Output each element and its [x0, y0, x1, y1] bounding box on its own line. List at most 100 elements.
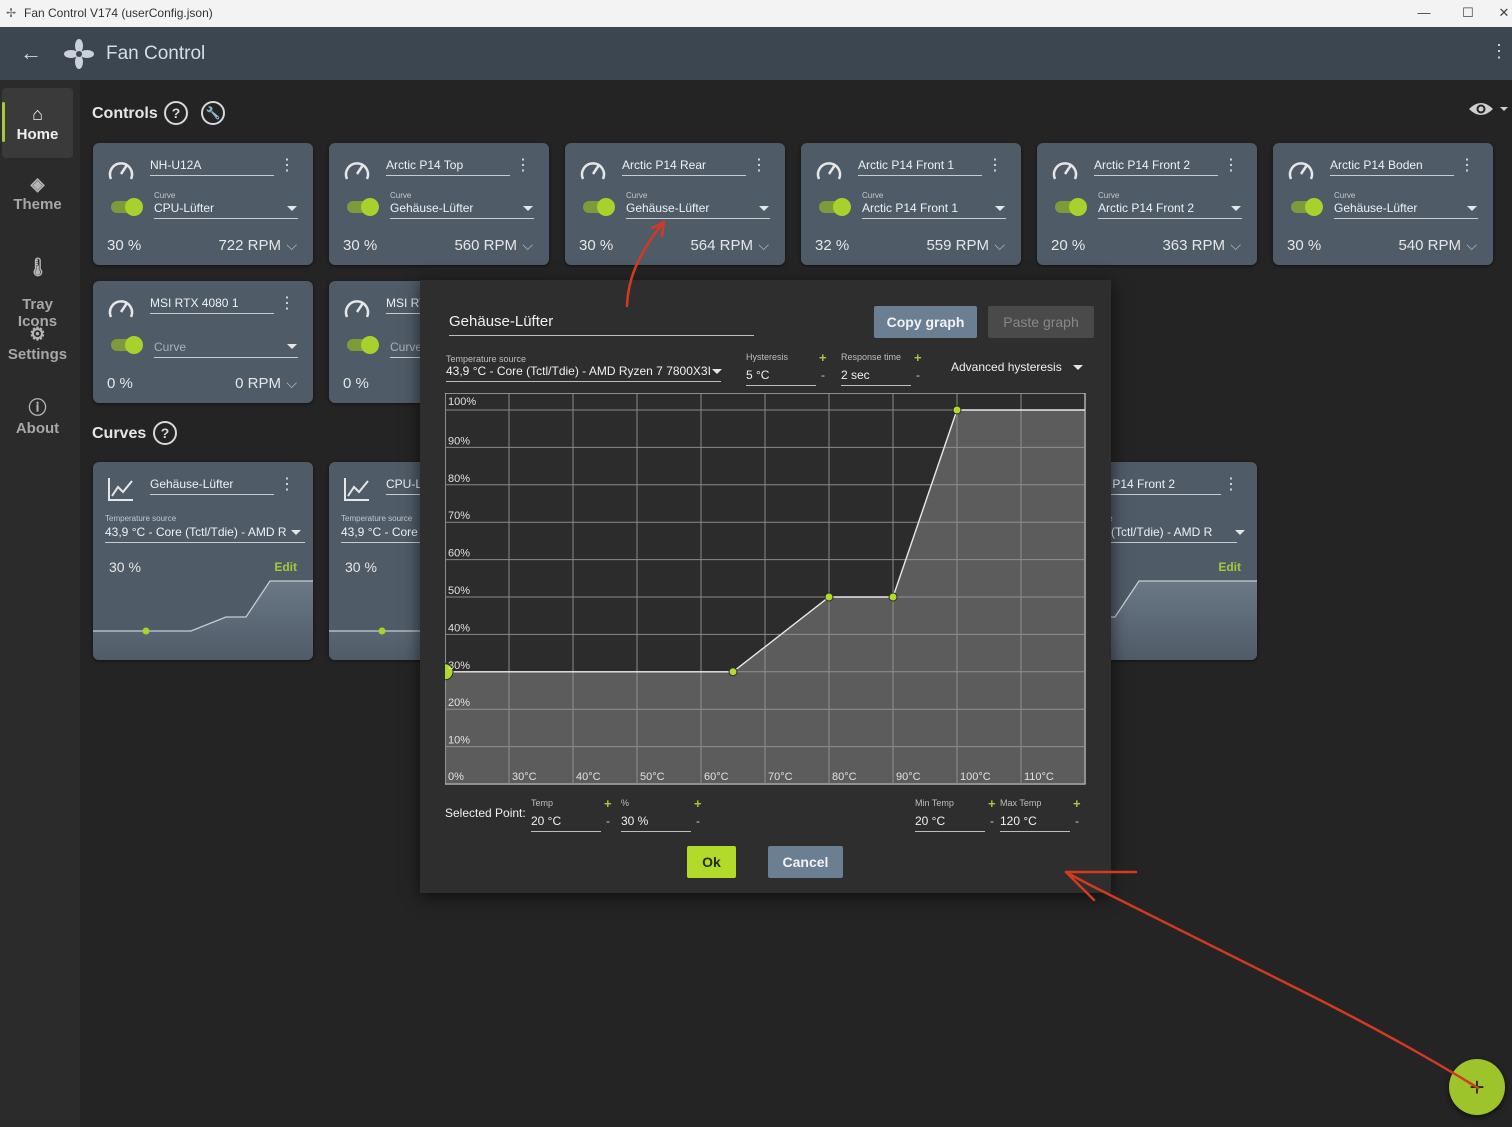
chevron-down-icon[interactable]: ⌵ — [1466, 237, 1477, 254]
sel-temp-plus-icon[interactable]: + — [604, 797, 612, 810]
response-time-field[interactable]: 2 sec — [841, 368, 911, 386]
ok-button[interactable]: Ok — [687, 846, 736, 878]
control-menu-icon[interactable]: ⋮ — [987, 158, 1003, 174]
control-menu-icon[interactable]: ⋮ — [1223, 158, 1239, 174]
nav-settings[interactable]: ⚙ Settings — [2, 324, 73, 370]
chevron-down-icon[interactable]: ⌵ — [1230, 237, 1241, 254]
curves-help-icon[interactable]: ? — [153, 421, 177, 445]
hysteresis-field[interactable]: 5 °C — [746, 368, 816, 386]
control-enable-toggle[interactable] — [347, 336, 379, 354]
control-card[interactable]: Arctic P14 Boden ⋮ Curve Gehäuse-Lüfter 30 %… — [1273, 143, 1493, 265]
control-menu-icon[interactable]: ⋮ — [751, 158, 767, 174]
control-card[interactable]: Arctic P14 Rear ⋮ Curve Gehäuse-Lüfter 30 % 5… — [565, 143, 785, 265]
control-menu-icon[interactable]: ⋮ — [515, 158, 531, 174]
control-card[interactable]: Arctic P14 Top ⋮ Curve Gehäuse-Lüfter 30 % 56… — [329, 143, 549, 265]
curve-menu-icon[interactable]: ⋮ — [279, 477, 295, 493]
nav-tray-icons[interactable]: 🌡 Tray Icons — [2, 240, 73, 330]
control-curve-select[interactable]: Curve — [154, 340, 298, 358]
close-icon[interactable]: ✕ — [1494, 3, 1512, 23]
add-plus-icon[interactable]: + — [1449, 1059, 1505, 1115]
hysteresis-minus-icon[interactable]: - — [821, 369, 825, 381]
sel-temp-minus-icon[interactable]: - — [606, 815, 610, 827]
control-curve-caret-icon[interactable] — [995, 206, 1005, 211]
curve-edit-link[interactable]: Edit — [1218, 560, 1241, 574]
control-curve-caret-icon[interactable] — [287, 344, 297, 349]
advanced-caret-icon[interactable] — [1073, 365, 1083, 370]
min-temp-minus-icon[interactable]: - — [990, 815, 994, 827]
wrench-icon[interactable]: 🔧 — [201, 101, 225, 125]
minimize-icon[interactable]: — — [1414, 3, 1434, 23]
control-curve-select[interactable]: Arctic P14 Front 2 — [1098, 201, 1242, 219]
controls-help-icon[interactable]: ? — [164, 101, 188, 125]
curve-ts-select[interactable]: 43,9 °C - Core (Tctl/Tdie) - AMD R — [105, 525, 305, 543]
nav-home[interactable]: ⌂ Home — [2, 88, 73, 158]
temp-source-caret-icon[interactable] — [712, 369, 722, 374]
control-card[interactable]: NH-U12A ⋮ Curve CPU-Lüfter 30 % 722 RPM ⌵ — [93, 143, 313, 265]
sel-pct-plus-icon[interactable]: + — [694, 797, 702, 810]
response-minus-icon[interactable]: - — [916, 369, 920, 381]
curve-menu-icon[interactable]: ⋮ — [1223, 477, 1239, 493]
curve-name-field[interactable]: Gehäuse-Lüfter — [449, 313, 754, 336]
curve-ts-caret-icon[interactable] — [1235, 530, 1245, 535]
curve-chart-svg[interactable]: 10% 20% 30% 40% 50% 60% 70% 80% 90% 100% 0% 30°C 40°… — [436, 392, 1086, 786]
control-curve-caret-icon[interactable] — [523, 206, 533, 211]
curve-name[interactable]: Gehäuse-Lüfter — [150, 477, 274, 495]
max-temp-minus-icon[interactable]: - — [1075, 815, 1079, 827]
control-curve-select[interactable]: CPU-Lüfter — [154, 201, 298, 219]
curve-chart[interactable]: 10% 20% 30% 40% 50% 60% 70% 80% 90% 100% 0% 30°C 40°… — [436, 392, 1086, 786]
control-name[interactable]: MSI RTX 4080 1 — [150, 296, 274, 314]
control-enable-toggle[interactable] — [1291, 198, 1323, 216]
control-menu-icon[interactable]: ⋮ — [1459, 158, 1475, 174]
temp-source-select[interactable]: 43,9 °C - Core (Tctl/Tdie) - AMD Ryzen 7… — [446, 364, 721, 382]
control-name[interactable]: Arctic P14 Front 1 — [858, 158, 982, 176]
visibility-eye-icon[interactable] — [1468, 100, 1494, 118]
chevron-down-icon[interactable]: ⌵ — [286, 375, 297, 392]
hysteresis-plus-icon[interactable]: + — [819, 351, 827, 364]
sel-pct-field[interactable]: 30 % — [621, 814, 691, 832]
max-temp-field[interactable]: 120 °C — [1000, 814, 1070, 832]
back-arrow-icon[interactable]: ← — [20, 41, 42, 65]
control-curve-caret-icon[interactable] — [287, 206, 297, 211]
control-curve-select[interactable]: Arctic P14 Front 1 — [862, 201, 1006, 219]
curve-ts-caret-icon[interactable] — [291, 530, 301, 535]
curve-edit-link[interactable]: Edit — [274, 560, 297, 574]
more-options-icon[interactable]: ⋮ — [1490, 41, 1508, 62]
chevron-down-icon[interactable]: ⌵ — [522, 237, 533, 254]
sel-temp-field[interactable]: 20 °C — [531, 814, 601, 832]
control-card[interactable]: Arctic P14 Front 1 ⋮ Curve Arctic P14 Front… — [801, 143, 1021, 265]
control-card[interactable]: MSI RTX 4080 1 ⋮ Curve 0 % 0 RPM ⌵ — [93, 281, 313, 403]
nav-theme[interactable]: ◈ Theme — [2, 174, 73, 224]
control-enable-toggle[interactable] — [1055, 198, 1087, 216]
control-curve-select[interactable]: Gehäuse-Lüfter — [1334, 201, 1478, 219]
control-name[interactable]: NH-U12A — [150, 158, 274, 176]
copy-graph-button[interactable]: Copy graph — [874, 306, 977, 338]
control-card[interactable]: Arctic P14 Front 2 ⋮ Curve Arctic P14 Front… — [1037, 143, 1257, 265]
control-name[interactable]: Arctic P14 Top — [386, 158, 510, 176]
control-menu-icon[interactable]: ⋮ — [279, 296, 295, 312]
chevron-down-icon[interactable]: ⌵ — [994, 237, 1005, 254]
chevron-down-icon[interactable]: ⌵ — [758, 237, 769, 254]
control-enable-toggle[interactable] — [583, 198, 615, 216]
curve-ts-select[interactable]: re (Tctl/Tdie) - AMD R — [1097, 525, 1237, 543]
curve-name[interactable]: tic P14 Front 2 — [1097, 477, 1221, 495]
control-curve-caret-icon[interactable] — [759, 206, 769, 211]
control-menu-icon[interactable]: ⋮ — [279, 158, 295, 174]
control-curve-caret-icon[interactable] — [1467, 206, 1477, 211]
advanced-hysteresis-toggle[interactable]: Advanced hysteresis — [951, 360, 1062, 374]
control-curve-select[interactable]: Gehäuse-Lüfter — [626, 201, 770, 219]
sel-pct-minus-icon[interactable]: - — [696, 815, 700, 827]
response-plus-icon[interactable]: + — [914, 351, 922, 364]
cancel-button[interactable]: Cancel — [768, 846, 843, 878]
control-enable-toggle[interactable] — [111, 198, 143, 216]
control-name[interactable]: Arctic P14 Rear — [622, 158, 746, 176]
control-enable-toggle[interactable] — [347, 198, 379, 216]
maximize-icon[interactable]: ☐ — [1458, 3, 1478, 23]
visibility-caret-icon[interactable] — [1500, 107, 1508, 111]
control-name[interactable]: Arctic P14 Boden — [1330, 158, 1454, 176]
min-temp-field[interactable]: 20 °C — [915, 814, 985, 832]
control-curve-select[interactable]: Gehäuse-Lüfter — [390, 201, 534, 219]
chevron-down-icon[interactable]: ⌵ — [286, 237, 297, 254]
control-enable-toggle[interactable] — [111, 336, 143, 354]
paste-graph-button[interactable]: Paste graph — [988, 306, 1094, 338]
control-curve-caret-icon[interactable] — [1231, 206, 1241, 211]
